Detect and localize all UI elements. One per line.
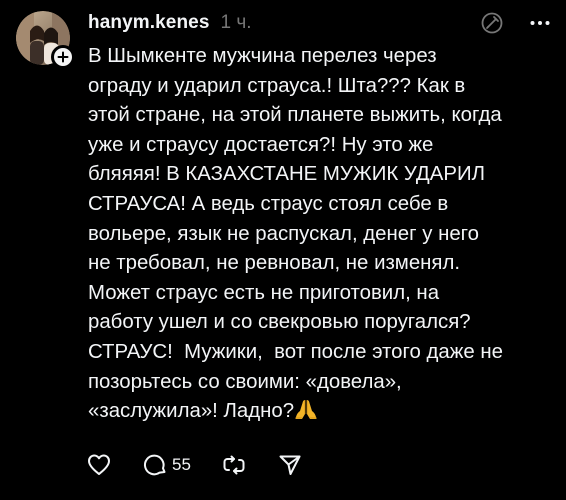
share-button[interactable] — [277, 452, 303, 478]
repost-icon — [223, 455, 245, 475]
post-body: В Шымкенте мужчина перелез через ограду … — [88, 45, 503, 423]
reply-button[interactable]: 55 — [142, 452, 191, 478]
repost-button[interactable] — [221, 452, 247, 478]
post-header-actions — [480, 9, 552, 37]
heart-icon — [88, 454, 110, 475]
like-button[interactable] — [86, 452, 112, 478]
comment-icon — [143, 454, 166, 476]
reply-count: 55 — [172, 455, 191, 474]
post-header: hanym.kenes 1 ч. — [88, 9, 252, 37]
post-actions: 55 — [86, 449, 303, 481]
ai-info-icon[interactable] — [480, 11, 504, 35]
plus-icon — [57, 51, 69, 63]
thread-post: hanym.kenes 1 ч. В Шымкенте мужчина пере… — [0, 0, 566, 500]
praying-hands-emoji — [295, 400, 317, 420]
follow-button[interactable] — [51, 45, 75, 69]
avatar-container[interactable] — [16, 11, 75, 69]
send-icon — [279, 455, 301, 475]
timestamp[interactable]: 1 ч. — [221, 12, 252, 34]
username[interactable]: hanym.kenes — [88, 12, 210, 34]
more-icon[interactable] — [528, 11, 552, 35]
post-text: В Шымкенте мужчина перелез через ограду … — [88, 42, 556, 427]
